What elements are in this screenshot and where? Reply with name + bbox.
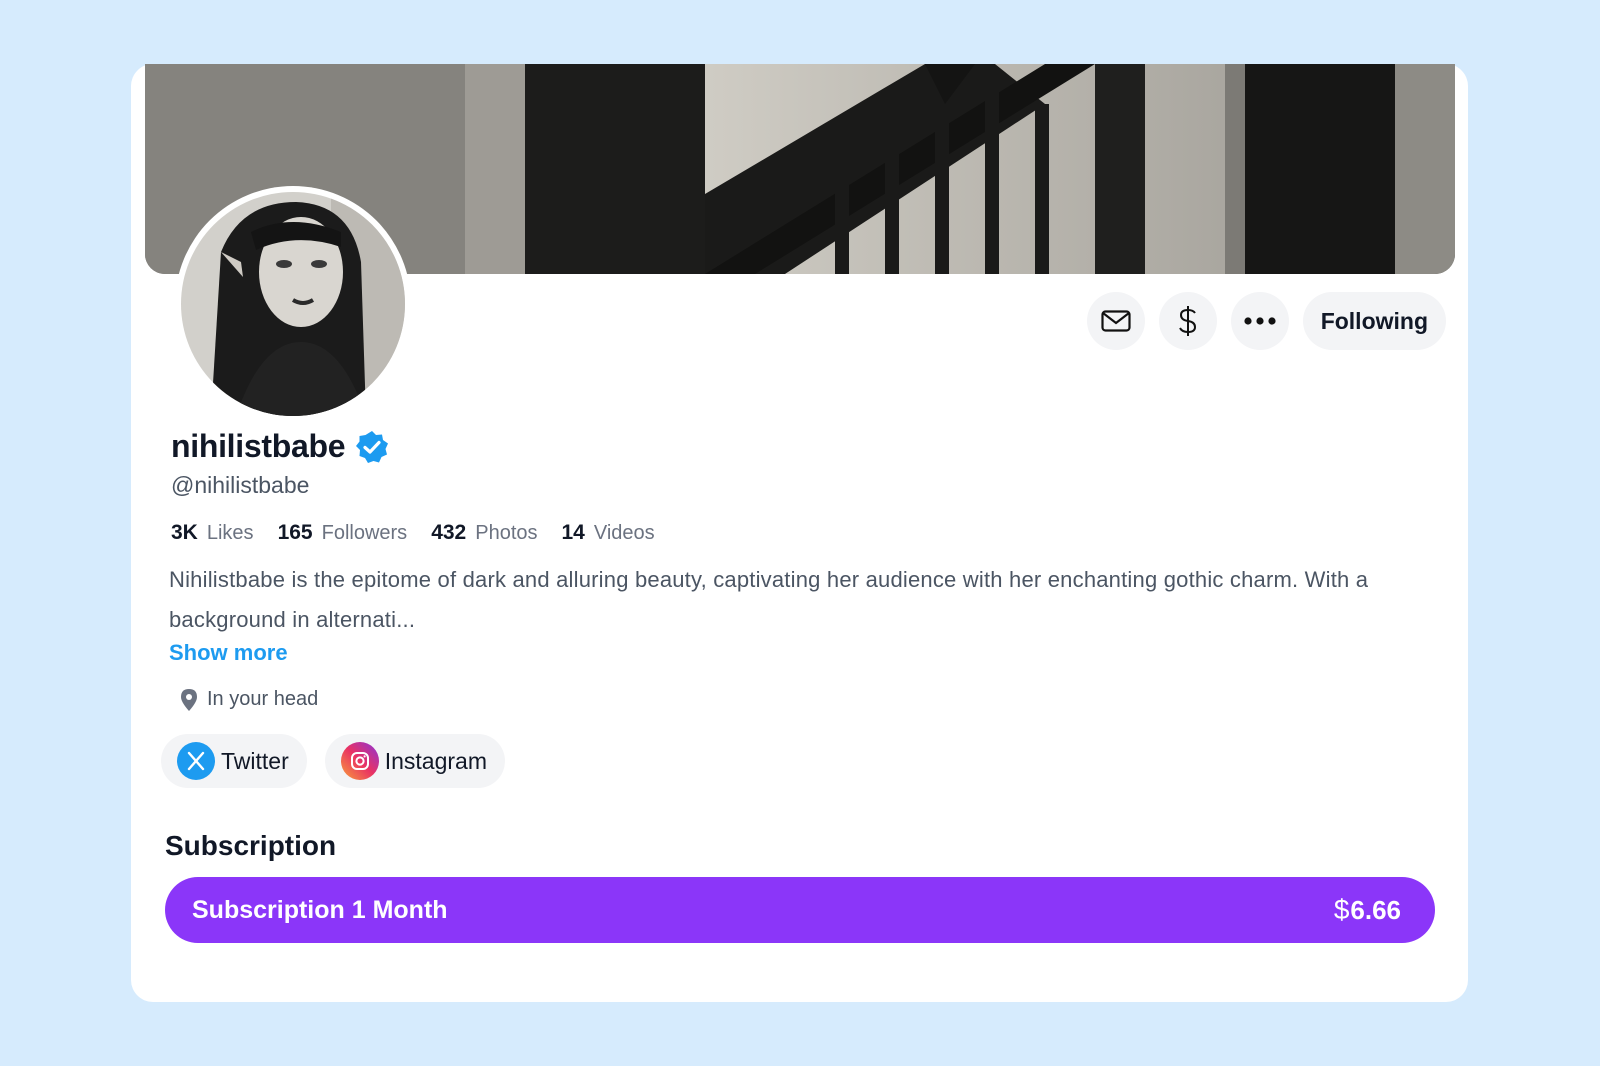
more-dots-icon [1244,317,1276,325]
x-twitter-icon [177,742,215,780]
stat-value: 14 [561,521,585,544]
stat-videos: 14 Videos [562,521,655,545]
currency-symbol: $ [1333,894,1350,925]
instagram-link[interactable]: Instagram [324,734,505,788]
name-row: nihilistbabe [171,428,389,465]
location: In your head [181,688,318,711]
stat-value: 3K [171,521,198,544]
profile-stats: 3K Likes 165 Followers 432 Photos 14 Vid… [171,521,655,545]
location-text: In your head [207,688,319,710]
verified-badge-icon [356,430,389,463]
stat-label: Videos [593,522,655,544]
subscription-plan-label: Subscription 1 Month [192,895,448,924]
avatar[interactable] [175,186,411,422]
show-more-link[interactable]: Show more [169,640,288,666]
subscription-price: $ 6.66 [1334,894,1401,926]
subscription-heading: Subscription [165,830,337,861]
envelope-icon [1101,310,1131,332]
more-options-button[interactable] [1230,292,1289,350]
subscription-1-month-button[interactable]: Subscription 1 Month $ 6.66 [165,877,1435,943]
following-button[interactable]: Following [1302,292,1446,350]
profile-actions: Following [1086,292,1446,350]
stat-likes: 3K Likes [171,521,254,545]
social-label: Instagram [384,747,487,774]
display-name: nihilistbabe [171,428,346,464]
stat-photos: 432 Photos [431,521,537,545]
map-pin-icon [181,688,197,711]
tip-button[interactable] [1158,292,1217,350]
profile-bio: Nihilistbabe is the epitome of dark and … [169,567,1369,632]
message-button[interactable] [1086,292,1145,350]
dollar-icon [1178,306,1196,336]
social-links: Twitter Instagram [161,734,505,788]
price-value: 6.66 [1350,895,1401,925]
profile-card: Following nihilistbabe @nihilistbabe 3K … [131,64,1468,1002]
username-handle: @nihilistbabe [171,472,310,498]
stat-value: 165 [277,521,313,544]
stat-label: Likes [206,522,254,544]
instagram-icon [340,742,379,780]
social-label: Twitter [221,747,289,774]
stat-followers: 165 Followers [278,521,408,545]
twitter-link[interactable]: Twitter [161,734,307,788]
stat-label: Followers [321,522,408,544]
stat-label: Photos [475,522,538,544]
stat-value: 432 [431,521,467,544]
